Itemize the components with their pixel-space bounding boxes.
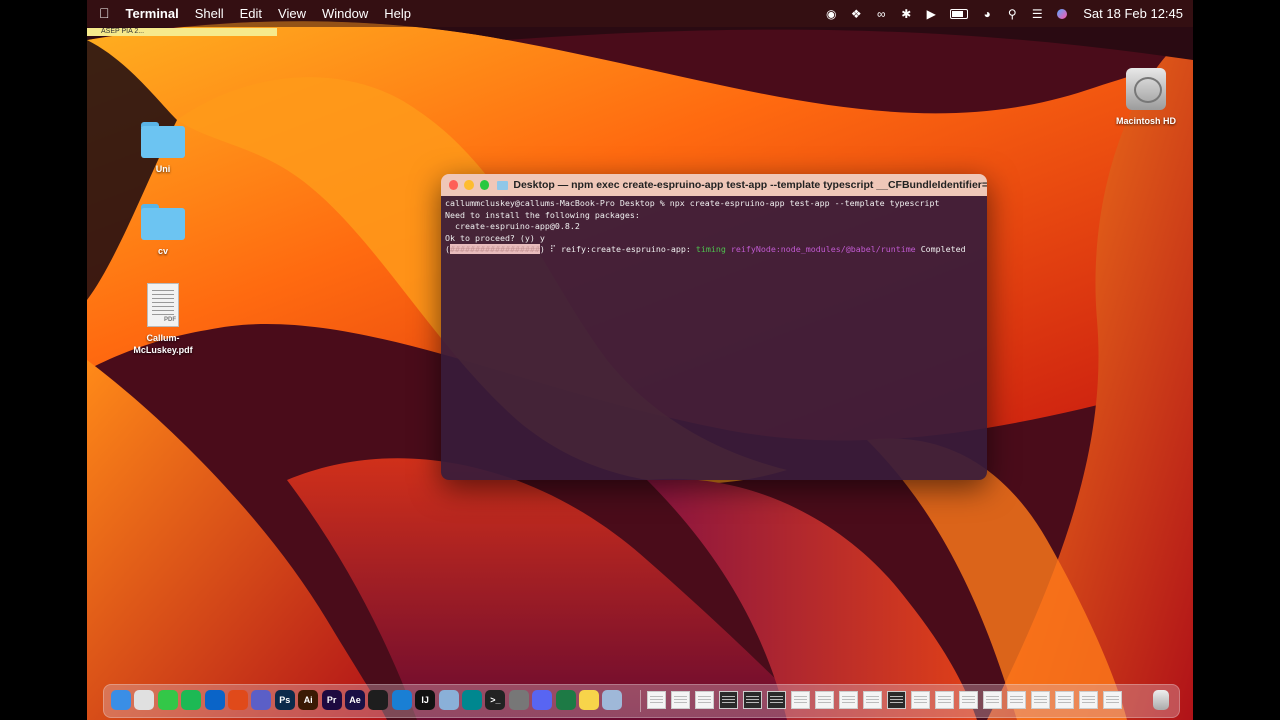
minimized-window[interactable]	[1055, 691, 1074, 709]
terminal-window[interactable]: Desktop — npm exec create-espruino-app t…	[441, 174, 987, 480]
creative-cloud-icon[interactable]: ∞	[873, 7, 889, 21]
desktop-icon-label: cv	[157, 246, 168, 256]
teams-icon[interactable]	[251, 690, 272, 710]
desktop-icon-label: Callum- McLuskey.pdf	[133, 333, 193, 355]
arduino-icon[interactable]	[462, 690, 482, 710]
bluetooth-icon[interactable]: ✱	[898, 7, 914, 21]
minimized-window[interactable]	[983, 691, 1002, 709]
minimized-window[interactable]	[1079, 691, 1098, 709]
desktop-folder-uni[interactable]: Uni	[118, 122, 208, 175]
terminal-line: create-espruino-app@0.8.2	[445, 221, 580, 232]
terminal-line: Ok to proceed? (y) y	[445, 232, 545, 243]
menu-view[interactable]: View	[270, 0, 314, 27]
minimized-window[interactable]	[839, 691, 858, 709]
minimized-window[interactable]	[1103, 691, 1122, 709]
folder-icon	[497, 180, 509, 190]
illustrator-icon[interactable]: Ai	[298, 690, 319, 710]
terminal-title: Desktop — npm exec create-espruino-app t…	[513, 179, 987, 191]
postgres-icon[interactable]	[438, 690, 459, 710]
menu-bar:  Terminal Shell Edit View Window Help ◉…	[87, 0, 1193, 27]
vscode-icon[interactable]	[391, 690, 412, 710]
desktop-folder-cv[interactable]: cv	[118, 204, 208, 257]
folder-icon	[141, 204, 185, 240]
menu-window[interactable]: Window	[314, 0, 376, 27]
desktop-icon-label: Uni	[155, 164, 171, 174]
zoom-button[interactable]	[479, 180, 490, 190]
control-center-icon[interactable]: ☰	[1029, 7, 1045, 21]
minimized-window[interactable]	[791, 691, 810, 709]
progress-path: reifyNode:node_modules/@babel/runtime	[730, 244, 916, 255]
intellij-icon[interactable]: IJ	[415, 690, 436, 710]
office-icon[interactable]	[228, 690, 248, 710]
dock: Ps Ai Pr Ae IJ >_	[103, 684, 1180, 718]
wifi-icon[interactable]: ◕	[979, 7, 995, 21]
minimized-window[interactable]	[719, 691, 738, 709]
siri-icon[interactable]	[1054, 7, 1070, 21]
dock-separator	[640, 690, 641, 712]
figma-icon[interactable]: ❖	[848, 7, 864, 21]
after-effects-icon[interactable]: Ae	[345, 690, 365, 710]
menu-shell[interactable]: Shell	[187, 0, 232, 27]
discord-icon[interactable]	[532, 690, 553, 710]
terminal-progress-line: (##################) ⠏ reify:create-espr…	[445, 244, 983, 256]
minimize-button[interactable]	[464, 180, 474, 190]
progress-timing: timing	[695, 244, 726, 255]
desktop-macintosh-hd[interactable]: Macintosh HD	[1101, 68, 1191, 127]
terminal-output[interactable]: callummcluskey@callums-MacBook-Pro Deskt…	[441, 196, 987, 480]
menu-app-name[interactable]: Terminal	[118, 0, 187, 27]
minimized-window[interactable]	[695, 691, 714, 709]
minimized-window[interactable]	[815, 691, 834, 709]
progress-task: reify:create-espruino-app:	[561, 244, 691, 255]
menu-help[interactable]: Help	[376, 0, 419, 27]
progress-status: Completed	[920, 244, 966, 255]
minimized-window[interactable]	[911, 691, 930, 709]
terminal-title-bar[interactable]: Desktop — npm exec create-espruino-app t…	[441, 174, 987, 196]
sticky-note[interactable]: ASEP PIA 2...	[87, 28, 277, 36]
minimized-window[interactable]	[1007, 691, 1026, 709]
desktop:  Terminal Shell Edit View Window Help ◉…	[87, 0, 1193, 720]
terminal-line: Need to install the following packages:	[445, 209, 640, 220]
minimized-window[interactable]	[863, 691, 882, 709]
preview-icon[interactable]	[602, 690, 623, 710]
minimized-window[interactable]	[935, 691, 954, 709]
minimized-window[interactable]	[887, 691, 906, 709]
premiere-icon[interactable]: Pr	[321, 690, 342, 710]
terminal-line: callummcluskey@callums-MacBook-Pro Deskt…	[445, 198, 940, 208]
menu-clock[interactable]: Sat 18 Feb 12:45	[1083, 6, 1183, 21]
desktop-icon-label: Macintosh HD	[1115, 116, 1176, 126]
notes-icon[interactable]	[579, 690, 599, 710]
pdf-file-icon: PDF	[147, 283, 179, 327]
hard-drive-icon	[1126, 68, 1166, 110]
desktop-file-pdf[interactable]: PDF Callum- McLuskey.pdf	[118, 283, 208, 356]
minimized-window[interactable]	[767, 691, 786, 709]
excel-icon[interactable]	[555, 690, 576, 710]
outlook-icon[interactable]	[204, 690, 225, 710]
apple-icon[interactable]: 	[87, 0, 118, 27]
close-button[interactable]	[449, 180, 459, 190]
progress-bar: ##################	[450, 244, 540, 255]
spotify-icon[interactable]	[181, 690, 202, 710]
figma-icon[interactable]	[368, 690, 389, 710]
minimized-window[interactable]	[743, 691, 762, 709]
trash-icon[interactable]	[1153, 690, 1169, 710]
search-icon[interactable]: ⚲	[1004, 7, 1020, 21]
record-icon[interactable]: ◉	[823, 7, 839, 21]
terminal-icon[interactable]: >_	[485, 690, 506, 710]
chrome-icon[interactable]	[134, 690, 155, 710]
finder-icon[interactable]	[111, 690, 131, 710]
system-settings-icon[interactable]	[508, 690, 529, 710]
menu-edit[interactable]: Edit	[232, 0, 270, 27]
messages-icon[interactable]	[157, 690, 178, 710]
play-icon[interactable]: ▶	[923, 7, 939, 21]
photoshop-icon[interactable]: Ps	[274, 690, 295, 710]
minimized-window[interactable]	[671, 691, 690, 709]
minimized-window[interactable]	[1031, 691, 1050, 709]
minimized-window[interactable]	[647, 691, 666, 709]
status-menus: ◉ ❖ ∞ ✱ ▶ ◕ ⚲ ☰ Sat 18 Feb 12:45	[823, 0, 1183, 27]
battery-icon[interactable]	[948, 7, 970, 21]
spinner-icon: ⠏	[544, 244, 561, 255]
folder-icon	[141, 122, 185, 158]
minimized-window[interactable]	[959, 691, 978, 709]
